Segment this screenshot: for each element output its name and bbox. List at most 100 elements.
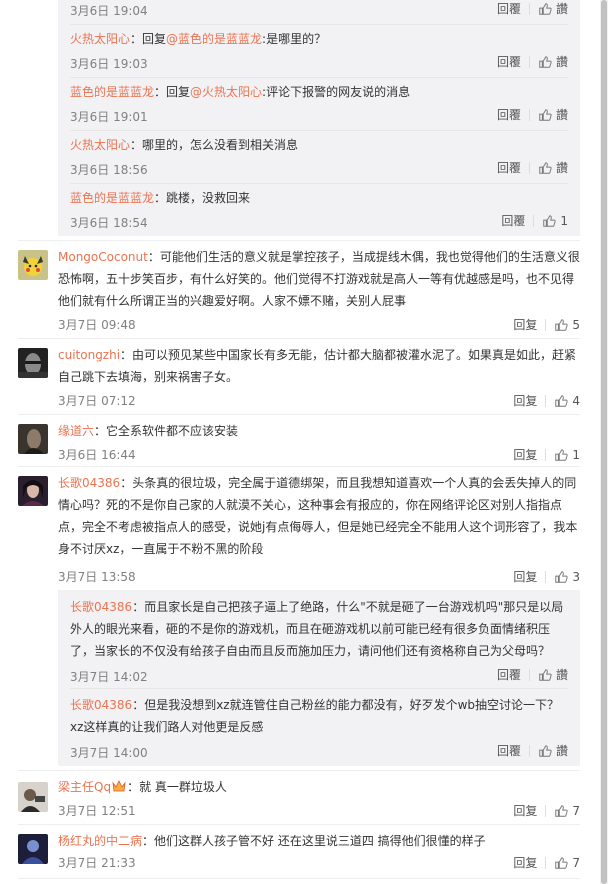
reply-text: ：但是我没想到xz就连管住自己粉丝的能力都没有，好歹发个wb抽空讨论一下？xz这… [70, 698, 560, 734]
scrollbar[interactable] [600, 0, 608, 884]
user-name[interactable]: 长歌04386 [58, 476, 120, 490]
thumbs-up-icon [539, 668, 552, 681]
comment-actions: 回复 5 [513, 316, 580, 333]
reply-button[interactable]: 回复 [513, 316, 537, 333]
like-count: 7 [572, 855, 580, 870]
comment-item: 梁主任Qq ：就 真一群垃圾人 3月7日 12:51 回复 7 [18, 776, 580, 820]
like-count: 1 [560, 213, 568, 228]
comment-item: 长歌04386：头条真的很垃圾，完全属于道德绑架，而且我想知道喜欢一个人真的会丢… [18, 472, 580, 584]
like-count: 3 [572, 569, 580, 584]
reply-item: 蓝色的是蓝蓝龙：跳楼，没救回来 3月6日 18:54 回覆 1 [70, 188, 568, 232]
user-name[interactable]: MongoCoconut [58, 250, 148, 264]
like-button[interactable]: 讚 [538, 666, 568, 683]
user-name[interactable]: cuitongzhi [58, 348, 120, 362]
reply-button[interactable]: 回覆 [497, 742, 521, 759]
thumbs-up-icon [555, 448, 569, 461]
divider [545, 318, 547, 331]
thumbs-up-icon [555, 570, 569, 583]
reply-button[interactable]: 回复 [513, 802, 537, 819]
user-name[interactable]: 缘道六 [58, 424, 94, 438]
mention-link[interactable]: @火热太阳心 [190, 85, 262, 99]
comment-text: ：它全系软件都不应该安装 [94, 424, 239, 438]
thumbs-up-icon [555, 804, 569, 817]
reply-button[interactable]: 回复 [513, 854, 537, 871]
scrollbar-thumb[interactable] [601, 0, 607, 884]
reply-content: 蓝色的是蓝蓝龙：回复@火热太阳心:评论下报警的网友说的消息 [70, 82, 410, 102]
thumbs-up-icon [539, 2, 552, 15]
like-count: 5 [572, 317, 580, 332]
comment-body: 缘道六：它全系软件都不应该安装 3月6日 16:44 回复 1 [58, 420, 580, 462]
reply-button[interactable]: 回复 [513, 392, 537, 409]
like-button[interactable]: 5 [554, 318, 580, 332]
reply-actions: 回覆 讚 [497, 742, 568, 759]
like-button[interactable]: 讚 [538, 0, 568, 17]
like-button[interactable]: 1 [542, 214, 568, 228]
reply-time: 3月6日 19:01 [70, 110, 148, 124]
avatar[interactable] [18, 424, 48, 454]
reply-thread-box: 3月6日 19:04 回覆 讚 火热太阳心：回复@蓝色的是蓝蓝龙:是哪里的？ 3… [58, 0, 580, 236]
divider [18, 338, 580, 339]
reply-button[interactable]: 回复 [513, 446, 537, 463]
like-button[interactable]: 讚 [538, 159, 568, 176]
like-button[interactable]: 4 [554, 394, 580, 408]
reply-button[interactable]: 回覆 [497, 159, 521, 176]
like-count: 7 [572, 803, 580, 818]
like-button[interactable]: 讚 [538, 742, 568, 759]
vip-badge-icon [111, 778, 127, 792]
comment-body: cuitongzhi：由可以预见某些中国家长有多无能，估计都大脑都被灌水泥了。如… [58, 344, 580, 408]
divider [70, 688, 568, 689]
like-label: 讚 [555, 55, 568, 69]
comment-time: 3月7日 13:58 [58, 570, 136, 584]
user-name[interactable]: 梁主任Qq [58, 780, 111, 794]
comment-actions: 回复 1 [513, 446, 580, 463]
user-name[interactable]: 杨红丸的中二病 [58, 834, 142, 848]
like-button[interactable]: 讚 [538, 106, 568, 123]
divider [70, 183, 568, 184]
reply-button[interactable]: 回覆 [497, 53, 521, 70]
like-button[interactable]: 3 [554, 570, 580, 584]
divider [528, 668, 530, 681]
avatar[interactable] [18, 834, 48, 864]
like-count: 4 [572, 393, 580, 408]
user-name[interactable]: 蓝色的是蓝蓝龙 [70, 191, 154, 205]
reply-content: 火热太阳心：回复@蓝色的是蓝蓝龙:是哪里的？ [70, 29, 326, 49]
comment-item: MongoCoconut：可能他们生活的意义就是掌控孩子，当成提线木偶，我也觉得… [18, 246, 580, 334]
comment-page: 3月6日 19:04 回覆 讚 火热太阳心：回复@蓝色的是蓝蓝龙:是哪里的？ 3… [0, 0, 600, 884]
like-button[interactable]: 7 [554, 856, 580, 870]
user-name[interactable]: 火热太阳心 [70, 138, 130, 152]
reply-text: ：跳楼，没救回来 [154, 191, 251, 205]
like-button[interactable]: 1 [554, 448, 580, 462]
mention-link[interactable]: @蓝色的是蓝蓝龙 [166, 32, 262, 46]
comment-item: 缘道六：它全系软件都不应该安装 3月6日 16:44 回复 1 [18, 420, 580, 462]
comment-body: MongoCoconut：可能他们生活的意义就是掌控孩子，当成提线木偶，我也觉得… [58, 246, 580, 332]
divider [545, 856, 547, 869]
avatar[interactable] [18, 782, 48, 812]
reply-button[interactable]: 回覆 [497, 0, 521, 17]
reply-button[interactable]: 回覆 [497, 106, 521, 123]
like-button[interactable]: 7 [554, 804, 580, 818]
comment-content: 杨红丸的中二病：他们这群人孩子管不好 还在这里说三道四 搞得他们很懂的样子 [58, 830, 580, 852]
reply-actions: 回覆 讚 [497, 53, 568, 70]
avatar[interactable] [18, 250, 48, 280]
divider [528, 108, 530, 121]
divider [18, 240, 580, 241]
user-name[interactable]: 长歌04386 [70, 600, 132, 614]
reply-time: 3月7日 14:00 [70, 746, 148, 760]
reply-button[interactable]: 回复 [513, 568, 537, 585]
comment-time: 3月6日 16:44 [58, 448, 136, 462]
user-name[interactable]: 蓝色的是蓝蓝龙 [70, 85, 154, 99]
reply-content: 长歌04386：而且家长是自己把孩子逼上了绝路，什么"不就是砸了一台游戏机吗"那… [70, 596, 568, 662]
user-name[interactable]: 火热太阳心 [70, 32, 130, 46]
user-name[interactable]: 长歌04386 [70, 698, 132, 712]
divider [70, 24, 568, 25]
thumbs-up-icon [539, 744, 552, 757]
thumbs-up-icon [555, 394, 569, 407]
avatar[interactable] [18, 476, 48, 506]
divider [528, 55, 530, 68]
comment-content: 长歌04386：头条真的很垃圾，完全属于道德绑架，而且我想知道喜欢一个人真的会丢… [58, 472, 580, 560]
like-button[interactable]: 讚 [538, 53, 568, 70]
reply-button[interactable]: 回覆 [501, 212, 525, 229]
avatar[interactable] [18, 348, 48, 378]
reply-button[interactable]: 回覆 [497, 666, 521, 683]
like-label: 讚 [555, 161, 568, 175]
